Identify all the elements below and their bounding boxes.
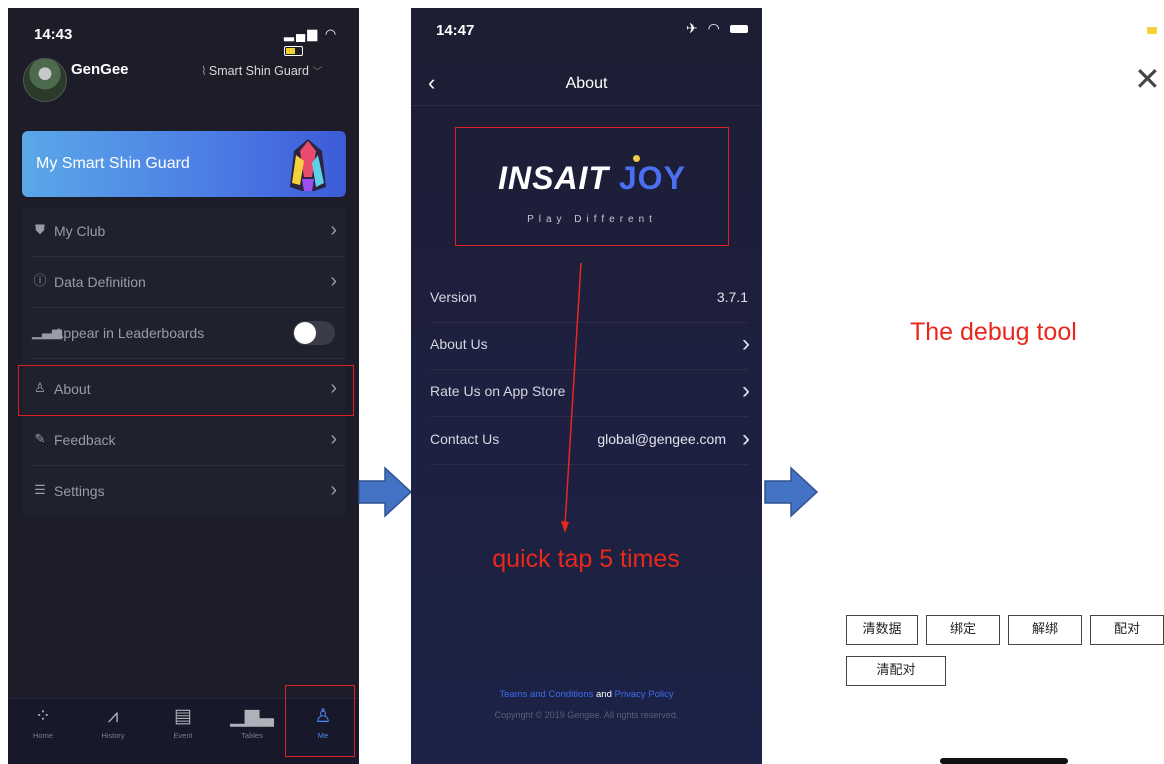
tab-event[interactable]: ▤ Event [158, 705, 208, 740]
wifi-icon: ◠ [324, 26, 339, 41]
avatar[interactable] [23, 58, 67, 102]
copyright: Copyright © 2019 Gengee. All rights rese… [494, 710, 679, 720]
edit-icon: ✎ [34, 431, 46, 446]
menu-item-leaderboards: ▁▃▅ Appear in Leaderboards [22, 309, 345, 359]
divider [32, 307, 345, 308]
menu-label: Feedback [54, 432, 116, 448]
tagline: Play Different [527, 214, 657, 225]
menu-label: Data Definition [54, 274, 146, 290]
page-title: About [565, 75, 608, 92]
logo-main: INSAIT [498, 160, 609, 196]
logo-tap-area[interactable]: INSAIT JOY Play Different [455, 127, 729, 246]
bar-chart-icon: ▁▃▅ [32, 324, 62, 339]
logo-accent: JOY [618, 160, 686, 196]
footer-and: and [596, 689, 612, 700]
pair-button[interactable]: 配对 [1090, 615, 1164, 645]
status-time: 14:47 [436, 22, 475, 39]
smart-shin-guard-card[interactable]: My Smart Shin Guard [22, 131, 346, 197]
chevron-right-icon: › [330, 270, 337, 292]
sliders-icon: ☰ [34, 482, 46, 497]
flow-arrow-icon [764, 466, 819, 518]
footer-links: Teams and Conditions and Privacy Policy [411, 689, 762, 700]
device-selector[interactable]: ⌇ Smart Shin Guard ﹀ [201, 63, 322, 78]
wifi-icon: ◠ [707, 20, 723, 36]
menu-label: Appear in Leaderboards [54, 325, 205, 341]
tab-label: Event [173, 731, 193, 740]
shin-guard-icon: ⌇ [201, 64, 207, 78]
list-icon: ▤ [174, 706, 192, 727]
grid-icon: ⁘ [35, 706, 51, 727]
app-logo: INSAIT JOY [456, 155, 728, 197]
bind-button[interactable]: 绑定 [926, 615, 1000, 645]
user-name: GenGee [71, 61, 129, 78]
chevron-right-icon: › [742, 425, 750, 452]
row-label: About Us [430, 336, 488, 352]
logo-dot [633, 155, 640, 162]
tab-tables[interactable]: ▁▆▃ Tables [227, 705, 277, 740]
screen-about: 14:47 ✈ ◠ ‹ About INSAIT JOY Play Differ… [411, 8, 762, 764]
flow-arrow-icon [358, 466, 413, 518]
chevron-right-icon: › [330, 479, 337, 501]
status-icons: ✈ ◠ [686, 20, 748, 37]
tab-label: History [101, 731, 125, 740]
toggle-knob [294, 322, 316, 344]
menu-label: My Club [54, 223, 106, 239]
chevron-down-icon: ﹀ [312, 67, 323, 78]
clear-pairing-button[interactable]: 清配对 [846, 656, 946, 686]
airplane-icon: ✈ [686, 20, 701, 36]
version-value: 3.7.1 [716, 289, 748, 305]
contact-email: global@gengee.com [597, 431, 726, 447]
leaderboards-toggle[interactable] [293, 321, 335, 345]
tab-history[interactable]: ⩘ History [88, 705, 138, 740]
signal-icon: ▂▄▆ [284, 26, 320, 41]
chevron-right-icon: › [330, 219, 337, 241]
status-icons: ▂▄▆ ◠ [284, 26, 359, 57]
bar-chart-icon: ▁▆▃ [230, 706, 274, 727]
menu-item-settings[interactable]: ☰ Settings › [22, 467, 345, 517]
menu-item-my-club[interactable]: ⛊ My Club › [22, 207, 345, 257]
me-tab-highlight-box [285, 685, 355, 757]
battery-icon [284, 45, 303, 56]
chevron-right-icon: › [742, 377, 750, 404]
menu-item-data-definition[interactable]: ⓘ Data Definition › [22, 258, 345, 308]
shield-icon: ⛊ [35, 222, 45, 237]
battery-indicator [1147, 27, 1157, 34]
chevron-right-icon: › [330, 428, 337, 450]
divider [32, 256, 345, 257]
row-label: Version [430, 289, 477, 305]
home-indicator [940, 758, 1068, 764]
row-label: Contact Us [430, 431, 500, 447]
status-time: 14:43 [34, 26, 73, 43]
chart-line-icon: ⩘ [107, 706, 119, 727]
tab-label: Tables [241, 731, 263, 740]
terms-link[interactable]: Teams and Conditions [499, 689, 593, 700]
annotation-arrow-icon [561, 263, 582, 533]
info-icon: ⓘ [33, 273, 47, 288]
settings-menu: ⛊ My Club › ⓘ Data Definition › ▁▃▅ Appe… [22, 207, 345, 516]
card-title: My Smart Shin Guard [36, 155, 190, 172]
battery-icon [729, 25, 748, 34]
divider [32, 358, 345, 359]
about-highlight-box [18, 365, 354, 416]
device-name: Smart Shin Guard [208, 64, 309, 78]
menu-item-feedback[interactable]: ✎ Feedback › [22, 416, 345, 466]
close-icon[interactable]: ✕ [1134, 63, 1161, 95]
row-label: Rate Us on App Store [430, 383, 566, 399]
screen-me: 14:43 ▂▄▆ ◠ GenGee ⌇ Smart Shin Guard ﹀ M… [8, 8, 359, 764]
debug-caption: The debug tool [910, 318, 1077, 346]
shin-guard-image [290, 139, 326, 191]
tab-home[interactable]: ⁘ Home [18, 705, 68, 740]
privacy-link[interactable]: Privacy Policy [615, 689, 674, 700]
menu-label: Settings [54, 483, 105, 499]
chevron-right-icon: › [742, 330, 750, 357]
tab-label: Home [32, 731, 53, 740]
divider [32, 465, 345, 466]
unbind-button[interactable]: 解绑 [1008, 615, 1082, 645]
annotation-text: quick tap 5 times [492, 545, 680, 573]
header-divider [411, 105, 762, 106]
clear-data-button[interactable]: 清数据 [846, 615, 918, 645]
